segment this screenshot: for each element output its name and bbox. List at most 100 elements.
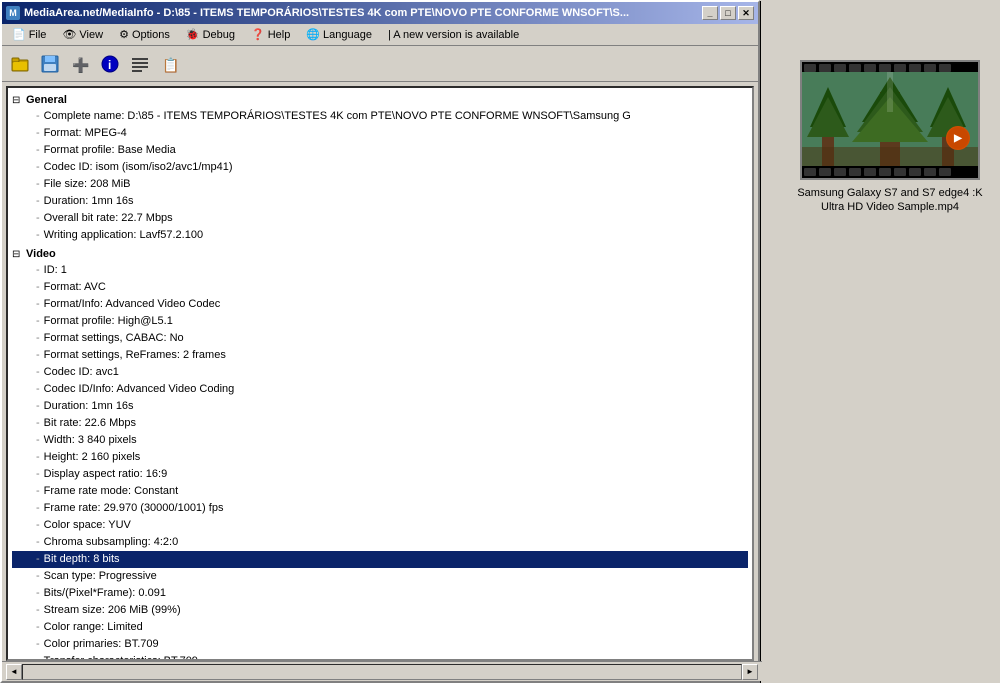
dash: - bbox=[36, 484, 40, 499]
property-text: Format: MPEG-4 bbox=[44, 126, 127, 141]
toolbar-list-button[interactable] bbox=[126, 50, 154, 78]
dash: - bbox=[36, 620, 40, 635]
title-bar: M MediaArea.net/MediaInfo - D:\85 - ITEM… bbox=[2, 2, 758, 24]
video-section-header: ⊟ Video bbox=[12, 248, 748, 260]
property-text: Format: AVC bbox=[44, 280, 106, 295]
dash: - bbox=[36, 637, 40, 652]
property-text: Overall bit rate: 22.7 Mbps bbox=[44, 211, 173, 226]
video-property-row: -Color range: Limited bbox=[12, 619, 748, 636]
filmstrip-hole-b9 bbox=[924, 168, 936, 176]
thumbnail-caption: Samsung Galaxy S7 and S7 edge4 :K Ultra … bbox=[790, 186, 990, 214]
info-panel[interactable]: ⊟ General -Complete name: D:\85 - ITEMS … bbox=[6, 86, 754, 661]
video-property-row: -Duration: 1mn 16s bbox=[12, 398, 748, 415]
toolbar-info-button[interactable]: i bbox=[96, 50, 124, 78]
menu-file[interactable]: 📄 File bbox=[4, 25, 54, 45]
dash: - bbox=[36, 501, 40, 516]
general-property-row: -Writing application: Lavf57.2.100 bbox=[12, 227, 748, 244]
video-expand-icon: ⊟ bbox=[12, 249, 24, 260]
toolbar: ➕ i 📋 bbox=[2, 46, 758, 82]
menu-help[interactable]: ❓ Help bbox=[243, 25, 298, 45]
video-property-row: -Bits/(Pixel*Frame): 0.091 bbox=[12, 585, 748, 602]
export-icon: 📋 bbox=[160, 54, 180, 74]
property-text: Format profile: Base Media bbox=[44, 143, 176, 158]
menu-view[interactable]: 👁 View bbox=[54, 25, 111, 45]
filmstrip-hole-6 bbox=[879, 64, 891, 72]
video-property-row: -Format: AVC bbox=[12, 279, 748, 296]
file-icon: 📄 bbox=[12, 28, 26, 41]
property-text: Frame rate: 29.970 (30000/1001) fps bbox=[44, 501, 224, 516]
scroll-left-button[interactable]: ◄ bbox=[6, 664, 22, 680]
dash: - bbox=[36, 228, 40, 243]
menu-options[interactable]: ⚙ Options bbox=[111, 25, 178, 45]
filmstrip-hole-b3 bbox=[834, 168, 846, 176]
dash: - bbox=[36, 331, 40, 346]
property-text: Chroma subsampling: 4:2:0 bbox=[44, 535, 179, 550]
video-property-row: -Width: 3 840 pixels bbox=[12, 432, 748, 449]
video-property-row: -Format settings, CABAC: No bbox=[12, 330, 748, 347]
property-text: Codec ID/Info: Advanced Video Coding bbox=[44, 382, 235, 397]
filmstrip-hole-5 bbox=[864, 64, 876, 72]
dash: - bbox=[36, 263, 40, 278]
play-icon-overlay: ▶ bbox=[946, 126, 970, 150]
toolbar-open-button[interactable] bbox=[6, 50, 34, 78]
scroll-right-button[interactable]: ► bbox=[742, 664, 758, 680]
general-section-title: General bbox=[26, 94, 67, 106]
filmstrip-hole-b10 bbox=[939, 168, 951, 176]
filmstrip-hole-1 bbox=[804, 64, 816, 72]
view-icon: 👁 bbox=[62, 28, 76, 41]
property-text: Frame rate mode: Constant bbox=[44, 484, 179, 499]
filmstrip-hole-9 bbox=[924, 64, 936, 72]
toolbar-save-button[interactable] bbox=[36, 50, 64, 78]
thumbnail-image: ▶ bbox=[802, 74, 978, 166]
filmstrip-hole-8 bbox=[909, 64, 921, 72]
close-button[interactable]: ✕ bbox=[738, 6, 754, 20]
dash: - bbox=[36, 280, 40, 295]
property-text: Duration: 1mn 16s bbox=[44, 194, 134, 209]
general-property-row: -File size: 208 MiB bbox=[12, 176, 748, 193]
maximize-button[interactable]: □ bbox=[720, 6, 736, 20]
menu-debug[interactable]: 🐞 Debug bbox=[178, 25, 243, 45]
dash: - bbox=[36, 399, 40, 414]
property-text: Format settings, CABAC: No bbox=[44, 331, 184, 346]
filmstrip-hole-b2 bbox=[819, 168, 831, 176]
list-icon bbox=[130, 54, 150, 74]
status-panel bbox=[22, 664, 742, 680]
filmstrip-hole-b1 bbox=[804, 168, 816, 176]
dash: - bbox=[36, 109, 40, 124]
dash: - bbox=[36, 586, 40, 601]
toolbar-export-button[interactable]: 📋 bbox=[156, 50, 184, 78]
video-property-row: -Format profile: High@L5.1 bbox=[12, 313, 748, 330]
dash: - bbox=[36, 160, 40, 175]
menu-language[interactable]: 🌐 Language bbox=[298, 25, 380, 45]
filmstrip-bottom bbox=[802, 166, 978, 178]
dash: - bbox=[36, 450, 40, 465]
video-property-row: -Color primaries: BT.709 bbox=[12, 636, 748, 653]
property-text: Display aspect ratio: 16:9 bbox=[44, 467, 168, 482]
thumbnail-panel: ▶ Samsung Galaxy S7 and S7 edge4 :K Ultr… bbox=[790, 60, 990, 214]
filmstrip-hole-b5 bbox=[864, 168, 876, 176]
property-text: Codec ID: avc1 bbox=[44, 365, 119, 380]
toolbar-refresh-button[interactable]: ➕ bbox=[66, 50, 94, 78]
minimize-button[interactable]: _ bbox=[702, 6, 718, 20]
general-section-header: ⊟ General bbox=[12, 94, 748, 106]
title-buttons: _ □ ✕ bbox=[702, 6, 754, 20]
video-property-row: -Format/Info: Advanced Video Codec bbox=[12, 296, 748, 313]
video-property-row: -Bit rate: 22.6 Mbps bbox=[12, 415, 748, 432]
filmstrip-hole-3 bbox=[834, 64, 846, 72]
general-property-row: -Format: MPEG-4 bbox=[12, 125, 748, 142]
general-property-row: -Duration: 1mn 16s bbox=[12, 193, 748, 210]
filmstrip-hole-b8 bbox=[909, 168, 921, 176]
filmstrip-hole-b6 bbox=[879, 168, 891, 176]
dash: - bbox=[36, 654, 40, 661]
video-property-row: -ID: 1 bbox=[12, 262, 748, 279]
property-text: Format/Info: Advanced Video Codec bbox=[44, 297, 221, 312]
general-expand-icon: ⊟ bbox=[12, 95, 24, 106]
svg-text:i: i bbox=[108, 58, 111, 72]
property-text: Scan type: Progressive bbox=[44, 569, 157, 584]
property-text: File size: 208 MiB bbox=[44, 177, 131, 192]
refresh-icon: ➕ bbox=[70, 54, 90, 74]
dash: - bbox=[36, 211, 40, 226]
video-property-row: -Chroma subsampling: 4:2:0 bbox=[12, 534, 748, 551]
dash: - bbox=[36, 603, 40, 618]
video-property-row: -Color space: YUV bbox=[12, 517, 748, 534]
